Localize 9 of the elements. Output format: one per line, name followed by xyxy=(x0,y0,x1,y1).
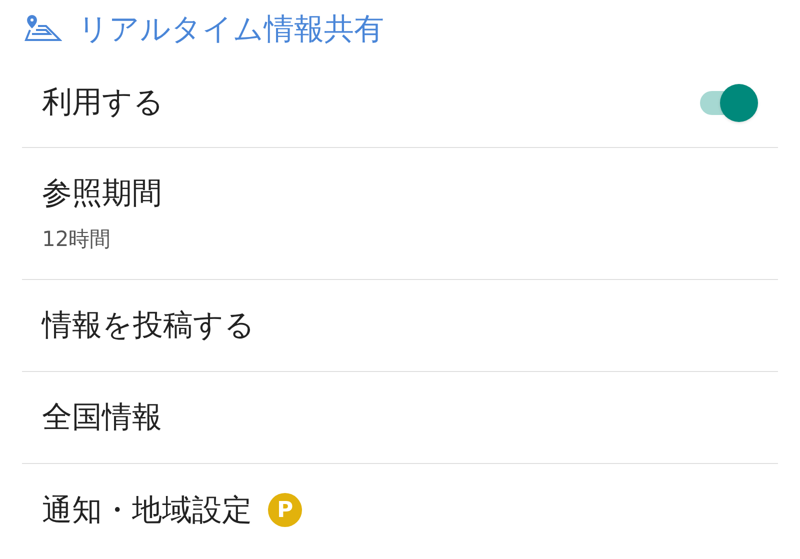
setting-label[interactable]: 利用する xyxy=(42,80,164,125)
setting-label[interactable]: 全国情報 xyxy=(42,395,162,440)
setting-label[interactable]: 情報を投稿する xyxy=(42,303,255,348)
premium-badge: P xyxy=(268,493,302,527)
section-title: リアルタイム情報共有 xyxy=(78,10,384,48)
setting-value: 12時間 xyxy=(42,226,112,254)
setting-label[interactable]: 通知・地域設定 xyxy=(42,488,252,532)
setting-label[interactable]: 参照期間 xyxy=(42,171,162,216)
map-pin-icon xyxy=(24,14,62,44)
